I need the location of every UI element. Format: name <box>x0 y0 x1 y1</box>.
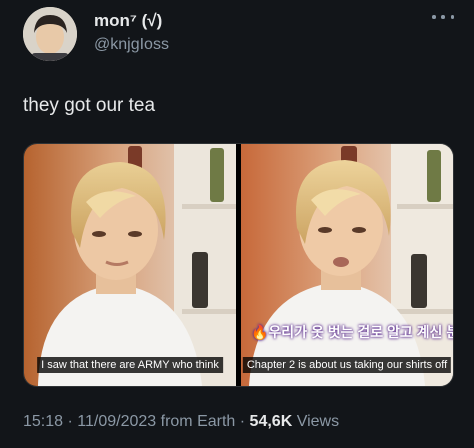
display-name[interactable]: mon⁷ (√) <box>94 11 162 31</box>
tweet-date[interactable]: 11/09/2023 <box>77 413 156 430</box>
video-subtitle: I saw that there are ARMY who think <box>37 357 223 373</box>
separator: · <box>67 413 73 430</box>
user-handle[interactable]: @knjgIoss <box>94 36 169 54</box>
more-options-icon[interactable] <box>432 10 454 24</box>
media-item[interactable]: 🔥우리가 옷 벗는 걸로 알고 계신 분들이 !🔥 Chapter 2 is a… <box>241 144 453 386</box>
views-count[interactable]: 54,6K <box>250 413 293 430</box>
views-label: Views <box>296 413 340 430</box>
media-grid: I saw that there are ARMY who think 🔥우리가… <box>23 143 454 387</box>
avatar[interactable] <box>23 7 77 61</box>
media-item[interactable]: I saw that there are ARMY who think <box>24 144 236 386</box>
profile-avatar-icon <box>23 7 77 61</box>
tweet-time[interactable]: 15:18 <box>23 413 63 430</box>
separator: · <box>239 413 246 430</box>
korean-caption: 🔥우리가 옷 벗는 걸로 알고 계신 분들이 !🔥 <box>251 324 453 340</box>
tweet-metadata: 15:18 · 11/09/2023 from Earth · 54,6K Vi… <box>23 413 339 431</box>
tweet-text: they got our tea <box>23 95 156 116</box>
video-subtitle: Chapter 2 is about us taking our shirts … <box>242 357 452 373</box>
tweet-source: from Earth <box>160 413 236 430</box>
video-still-image <box>24 144 236 386</box>
video-still-image <box>241 144 453 386</box>
